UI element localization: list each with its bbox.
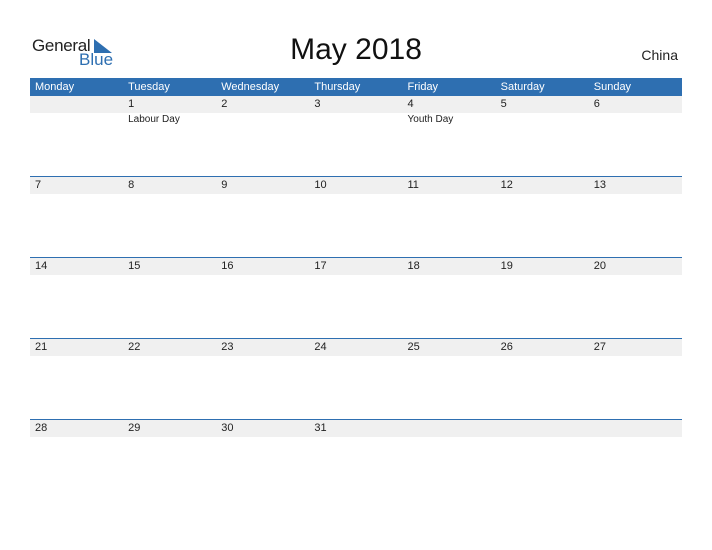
day-cell[interactable] [30, 96, 124, 125]
day-number: 18 [402, 258, 496, 275]
week-row: 14 15 16 17 18 19 20 [30, 257, 682, 275]
weekday-tuesday: Tuesday [128, 81, 170, 93]
day-number: 15 [123, 258, 217, 275]
country-label: China [641, 47, 678, 63]
day-cell[interactable]: 2 [216, 96, 310, 125]
day-number: 31 [309, 420, 403, 437]
weekday-monday: Monday [35, 81, 75, 93]
day-number: 9 [216, 177, 310, 194]
week-row: 7 8 9 10 11 12 13 [30, 176, 682, 194]
day-number: 7 [30, 177, 124, 194]
calendar-title: May 2018 [290, 33, 422, 66]
day-number: 17 [309, 258, 403, 275]
day-number: 21 [30, 339, 124, 356]
holiday-label: Youth Day [407, 114, 454, 125]
day-cell[interactable]: 25 [402, 339, 496, 356]
day-cell[interactable]: 16 [216, 258, 310, 275]
day-cell[interactable]: 23 [216, 339, 310, 356]
day-number: 19 [495, 258, 589, 275]
day-cell[interactable]: 14 [30, 258, 124, 275]
day-cell[interactable]: 8 [123, 177, 217, 194]
day-number: 12 [495, 177, 589, 194]
day-number: 3 [309, 96, 403, 113]
day-cell[interactable]: 11 [402, 177, 496, 194]
day-cell[interactable]: 29 [123, 420, 217, 437]
day-cell[interactable] [495, 420, 589, 437]
day-cell[interactable]: 24 [309, 339, 403, 356]
day-number: 4 [402, 96, 496, 113]
day-number: 11 [402, 177, 496, 194]
weekday-sunday: Sunday [593, 81, 632, 93]
day-cell[interactable] [402, 420, 496, 437]
day-number: 20 [588, 258, 682, 275]
day-cell[interactable]: 19 [495, 258, 589, 275]
day-cell[interactable]: 31 [309, 420, 403, 437]
holiday-label: Labour Day [128, 114, 180, 125]
day-number: 13 [588, 177, 682, 194]
day-number: 10 [309, 177, 403, 194]
day-cell[interactable]: 21 [30, 339, 124, 356]
day-cell[interactable]: 3 [309, 96, 403, 125]
weekday-thursday: Thursday [314, 81, 361, 93]
day-number [588, 420, 682, 437]
day-number: 30 [216, 420, 310, 437]
day-cell[interactable]: 4 Youth Day [402, 96, 496, 125]
day-number: 27 [588, 339, 682, 356]
day-cell[interactable]: 26 [495, 339, 589, 356]
day-number: 1 [123, 96, 217, 113]
day-number: 16 [216, 258, 310, 275]
day-number: 24 [309, 339, 403, 356]
day-cell[interactable]: 30 [216, 420, 310, 437]
day-number: 22 [123, 339, 217, 356]
day-cell[interactable]: 1 Labour Day [123, 96, 217, 125]
weekday-saturday: Saturday [500, 81, 545, 93]
day-number: 14 [30, 258, 124, 275]
day-number [402, 420, 496, 437]
day-number: 6 [588, 96, 682, 113]
day-cell[interactable]: 22 [123, 339, 217, 356]
day-cell[interactable]: 18 [402, 258, 496, 275]
weekday-friday: Friday [407, 81, 439, 93]
day-cell[interactable]: 15 [123, 258, 217, 275]
day-number: 8 [123, 177, 217, 194]
day-cell[interactable]: 7 [30, 177, 124, 194]
day-cell[interactable]: 20 [588, 258, 682, 275]
day-cell[interactable]: 12 [495, 177, 589, 194]
day-cell[interactable] [588, 420, 682, 437]
week-row: 1 Labour Day 2 3 4 Youth Day 5 6 [30, 96, 682, 125]
day-cell[interactable]: 28 [30, 420, 124, 437]
week-row: 21 22 23 24 25 26 27 [30, 338, 682, 356]
week-row: 28 29 30 31 [30, 419, 682, 437]
day-number: 23 [216, 339, 310, 356]
day-number: 5 [495, 96, 589, 113]
weekday-wednesday: Wednesday [221, 81, 280, 93]
day-number: 28 [30, 420, 124, 437]
day-number: 25 [402, 339, 496, 356]
day-cell[interactable]: 27 [588, 339, 682, 356]
weekday-header: Monday Tuesday Wednesday Thursday Friday… [30, 78, 682, 96]
day-cell[interactable]: 6 [588, 96, 682, 125]
day-cell[interactable]: 9 [216, 177, 310, 194]
day-number: 29 [123, 420, 217, 437]
day-cell[interactable]: 10 [309, 177, 403, 194]
day-number: 2 [216, 96, 310, 113]
day-cell[interactable]: 17 [309, 258, 403, 275]
day-cell[interactable]: 13 [588, 177, 682, 194]
day-number [30, 96, 124, 113]
day-number: 26 [495, 339, 589, 356]
day-number [495, 420, 589, 437]
day-cell[interactable]: 5 [495, 96, 589, 125]
